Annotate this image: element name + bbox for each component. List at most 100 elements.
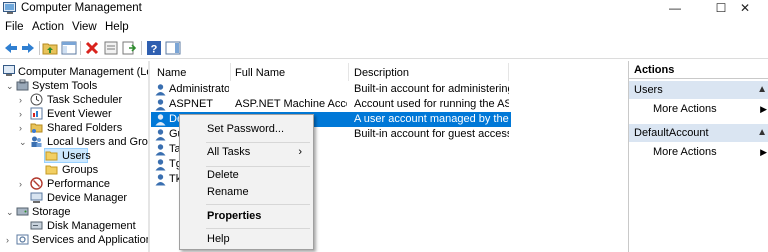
all-tasks-label: All Tasks [207, 146, 251, 158]
help-icon[interactable]: ? [146, 40, 162, 56]
submenu-arrow-icon: › [298, 146, 302, 158]
event-viewer-icon [30, 107, 43, 120]
action-pane-icon[interactable] [165, 40, 181, 56]
delete-icon[interactable] [84, 40, 100, 56]
user-icon [155, 129, 166, 141]
storage-icon [16, 207, 29, 216]
minimize-button[interactable]: — [652, 0, 698, 18]
tree-item-task-scheduler[interactable]: › Task Scheduler [0, 93, 148, 107]
toolbar: ? [0, 38, 768, 59]
actions-pane: Actions Users ▲ More Actions ▶ DefaultAc… [628, 61, 768, 252]
tree-item-computer-management[interactable]: Computer Management (Local [0, 65, 148, 79]
column-header-name[interactable]: Name [157, 67, 186, 79]
up-folder-icon[interactable] [42, 40, 58, 56]
forward-arrow-icon[interactable] [20, 40, 36, 56]
actions-section-users[interactable]: Users ▲ [629, 81, 768, 99]
user-icon [155, 174, 166, 186]
cell-name: Administrator [169, 83, 229, 95]
cell-name: ASPNET [169, 98, 214, 110]
tree-item-storage[interactable]: ⌄ Storage [0, 205, 148, 219]
export-list-icon[interactable] [121, 40, 137, 56]
collapse-icon[interactable]: ⌄ [6, 205, 16, 219]
tree-item-shared-folders[interactable]: › Shared Folders [0, 121, 148, 135]
window-title: Computer Management [21, 2, 142, 14]
menu-item-set-password[interactable]: Set Password... [181, 119, 312, 139]
menu-separator [206, 204, 310, 205]
performance-icon [30, 177, 43, 190]
action-more-actions[interactable]: More Actions ▶ [629, 144, 768, 160]
tree-item-groups[interactable]: Groups [0, 163, 148, 177]
section-label: DefaultAccount [634, 127, 709, 139]
show-hide-tree-icon[interactable] [61, 40, 77, 56]
menu-help[interactable]: Help [105, 21, 129, 33]
tree-item-users[interactable]: Users [0, 149, 148, 163]
user-icon [155, 84, 166, 96]
menu-item-rename[interactable]: Rename [181, 182, 312, 202]
submenu-arrow-icon: ▶ [760, 147, 767, 157]
actions-section-defaultaccount[interactable]: DefaultAccount ▲ [629, 124, 768, 142]
action-more-actions[interactable]: More Actions ▶ [629, 101, 768, 117]
table-row[interactable]: ASPNET ASP.NET Machine Acco... Account u… [151, 97, 511, 112]
expand-icon[interactable]: › [19, 177, 29, 191]
menu-item-help[interactable]: Help [181, 229, 312, 249]
folder-icon [45, 151, 58, 161]
column-header-description[interactable]: Description [354, 67, 409, 79]
user-icon [155, 144, 166, 156]
expand-icon[interactable]: › [6, 233, 16, 247]
device-manager-icon [30, 192, 43, 203]
menu-file[interactable]: File [5, 21, 24, 33]
column-divider[interactable] [348, 63, 349, 81]
users-groups-icon [31, 136, 42, 147]
tree-item-local-users-groups[interactable]: ⌄ Local Users and Groups [0, 135, 148, 149]
folder-icon [45, 165, 58, 175]
menu-item-all-tasks[interactable]: All Tasks › [181, 142, 312, 162]
action-label: More Actions [653, 146, 717, 158]
collapse-icon[interactable]: ▲ [757, 81, 767, 99]
context-menu: Set Password... All Tasks › Delete Renam… [179, 114, 314, 250]
toolbar-separator [80, 41, 81, 55]
collapse-icon[interactable]: ⌄ [19, 135, 29, 149]
cell-description: Built-in account for administering... [354, 83, 509, 95]
toolbar-separator [39, 41, 40, 55]
clock-icon [30, 93, 43, 106]
user-icon [155, 99, 166, 111]
pane-splitter[interactable] [148, 61, 150, 252]
menu-bar: File Action View Help [0, 19, 768, 37]
console-tree: Computer Management (Local ⌄ System Tool… [0, 61, 148, 252]
svg-text:?: ? [151, 44, 158, 56]
cell-description: Account used for running the AS... [354, 98, 509, 110]
computer-management-icon [3, 2, 16, 14]
collapse-icon[interactable]: ▲ [757, 124, 767, 142]
disk-icon [30, 221, 43, 230]
collapse-icon[interactable]: ⌄ [6, 79, 16, 93]
menu-view[interactable]: View [72, 21, 97, 33]
tree-item-system-tools[interactable]: ⌄ System Tools [0, 79, 148, 93]
column-header-full-name[interactable]: Full Name [235, 67, 285, 79]
table-row[interactable]: Administrator Built-in account for admin… [151, 82, 511, 97]
toolbar-separator [141, 41, 142, 55]
user-icon [155, 114, 166, 126]
tree-item-disk-management[interactable]: Disk Management [0, 219, 148, 233]
menu-item-properties[interactable]: Properties [181, 206, 312, 226]
column-divider[interactable] [230, 63, 231, 81]
tree-item-event-viewer[interactable]: › Event Viewer [0, 107, 148, 121]
title-bar: Computer Management — ☐ ✕ [0, 0, 768, 18]
tree-item-device-manager[interactable]: Device Manager [0, 191, 148, 205]
tree-item-services-applications[interactable]: › Services and Applications [0, 233, 148, 247]
section-label: Users [634, 84, 663, 96]
expand-icon[interactable]: › [19, 107, 29, 121]
column-divider[interactable] [508, 63, 509, 81]
close-button[interactable]: ✕ [722, 0, 768, 18]
tools-icon [16, 79, 29, 91]
expand-icon[interactable]: › [19, 93, 29, 107]
back-arrow-icon[interactable] [3, 40, 19, 56]
cell-description: Built-in account for guest access t... [354, 128, 509, 140]
properties-icon[interactable] [103, 40, 119, 56]
computer-management-icon [3, 65, 15, 76]
user-icon [155, 159, 166, 171]
action-label: More Actions [653, 103, 717, 115]
tree-item-performance[interactable]: › Performance [0, 177, 148, 191]
menu-action[interactable]: Action [32, 21, 64, 33]
expand-icon[interactable]: › [19, 121, 29, 135]
cell-full-name: ASP.NET Machine Acco... [235, 98, 347, 110]
